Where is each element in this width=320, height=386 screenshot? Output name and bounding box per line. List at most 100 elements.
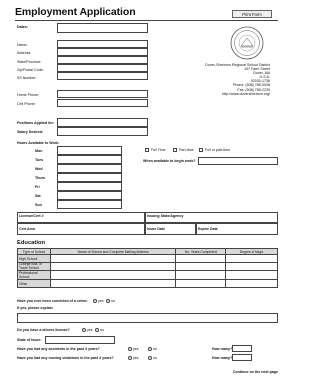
accidents-how-many-label: How many? (212, 347, 233, 351)
day-tues-field[interactable] (57, 155, 122, 164)
address-label: Address: (17, 51, 32, 55)
state-label: State/Province: (17, 60, 42, 64)
violations-no-radio[interactable] (148, 356, 152, 360)
table-row: Professional School (17, 270, 278, 280)
if-yes-label: If yes, please explain (17, 306, 53, 310)
violations-how-many-label: How many? (212, 356, 233, 360)
day-wed-label: Wed (35, 167, 43, 171)
part-time-label: Part-time (179, 148, 194, 152)
accidents-no-radio[interactable] (148, 347, 152, 351)
day-thurs-field[interactable] (57, 173, 122, 182)
page-title: Employment Application (15, 6, 136, 18)
license-label: License/Cert # (19, 214, 44, 218)
table-row: Other (17, 279, 278, 288)
edu-cell-years[interactable] (175, 279, 227, 288)
day-sat-field[interactable] (57, 191, 122, 200)
begin-work-field[interactable] (198, 157, 278, 165)
part-time-checkbox[interactable] (173, 148, 177, 152)
day-wed-field[interactable] (57, 164, 122, 173)
day-fri-field[interactable] (57, 182, 122, 191)
convicted-label: Have you ever been convicted of a crime: (17, 299, 88, 303)
issue-date-label: Issue Date (147, 227, 165, 231)
accidents-how-many-field[interactable] (232, 345, 252, 352)
dates-label: Dates: (17, 25, 28, 29)
day-tues-label: Tues (35, 158, 44, 162)
accidents-no-label: no (153, 347, 157, 351)
violations-how-many-field[interactable] (232, 354, 252, 361)
edu-cell-name[interactable] (49, 270, 177, 280)
table-row: College Bus. or Trade School (17, 262, 278, 271)
accidents-label: Have you had any accidents in the past 3… (17, 347, 100, 351)
edu-cell-degree[interactable] (225, 254, 278, 263)
accidents-yes-radio[interactable] (128, 347, 132, 351)
school-seal-icon (230, 26, 264, 60)
print-form-button[interactable]: Print Form (232, 10, 272, 18)
cell-phone-field[interactable] (57, 99, 148, 107)
salary-label: Salary Desired: (17, 130, 44, 134)
edu-cell-degree[interactable] (225, 279, 278, 288)
edu-cell-name[interactable] (49, 262, 177, 271)
explain-field[interactable] (17, 313, 278, 323)
day-fri-label: Fri (35, 185, 40, 189)
day-mon-field[interactable] (57, 146, 122, 155)
education-heading: Education (17, 240, 46, 246)
edu-cell-degree[interactable] (225, 270, 278, 280)
positions-field[interactable] (57, 118, 148, 127)
day-sat-label: Sat (35, 194, 41, 198)
accidents-yes-label: yes (133, 347, 139, 351)
day-sun-label: Sun (35, 203, 42, 207)
name-field[interactable] (57, 40, 148, 48)
full-time-checkbox[interactable] (145, 148, 149, 152)
salary-field[interactable] (57, 127, 148, 136)
edu-cell-degree[interactable] (225, 262, 278, 271)
convicted-no-radio[interactable] (106, 299, 110, 303)
table-row: High School (17, 254, 278, 263)
zip-field[interactable] (57, 64, 148, 72)
ss-field[interactable] (57, 72, 148, 80)
edu-cell-years[interactable] (175, 270, 227, 280)
license-no-radio[interactable] (95, 328, 99, 332)
day-mon-label: Mon (35, 149, 43, 153)
title-divider (15, 20, 278, 21)
hours-label: Hours Available to Work: (17, 141, 60, 145)
license-yes-label: yes (87, 328, 93, 332)
edu-cell-name[interactable] (49, 279, 177, 288)
cert-area-cell[interactable] (17, 223, 145, 235)
license-no-label: no (100, 328, 104, 332)
convicted-yes-radio[interactable] (93, 299, 97, 303)
convicted-yes-label: yes (98, 299, 104, 303)
edu-cell-name[interactable] (49, 254, 177, 263)
violations-yes-label: yes (133, 356, 139, 360)
begin-work-label: When available to begin work? (143, 159, 196, 163)
state-issue-field[interactable] (45, 336, 115, 344)
school-address: Dover-Sherborn Regional School District … (205, 63, 270, 96)
edu-row-other: Other (17, 279, 51, 288)
positions-label: Positions Applied for: (17, 121, 55, 125)
education-table: Type of School Name of School and Comple… (17, 248, 278, 288)
edu-row-college: College Bus. or Trade School (17, 262, 51, 271)
state-issue-label: State of Issue: (17, 338, 42, 342)
day-sun-field[interactable] (57, 200, 122, 209)
violations-no-label: no (153, 356, 157, 360)
home-phone-label: Home Phone: (17, 93, 39, 97)
convicted-no-label: no (111, 299, 115, 303)
expire-date-label: Expire Date (198, 227, 218, 231)
edu-cell-years[interactable] (175, 254, 227, 263)
edu-cell-years[interactable] (175, 262, 227, 271)
cert-area-label: Cert Area (19, 227, 36, 231)
cell-phone-label: Cell Phone: (17, 102, 36, 106)
full-time-label: Full Time (151, 148, 166, 152)
dates-field[interactable] (57, 23, 148, 33)
state-field[interactable] (57, 56, 148, 64)
edu-row-professional: Professional School (17, 270, 51, 280)
license-yes-radio[interactable] (82, 328, 86, 332)
continue-note: Continue on the next page (232, 370, 278, 374)
home-phone-field[interactable] (57, 90, 148, 98)
address-field[interactable] (57, 48, 148, 56)
name-label: Name: (17, 43, 28, 47)
violations-yes-radio[interactable] (128, 356, 132, 360)
violations-label: Have you had any moving violations in th… (17, 356, 114, 360)
full-or-part-time-label: Full or part-time (205, 148, 231, 152)
day-thurs-label: Thurs (35, 176, 45, 180)
full-or-part-time-checkbox[interactable] (199, 148, 203, 152)
